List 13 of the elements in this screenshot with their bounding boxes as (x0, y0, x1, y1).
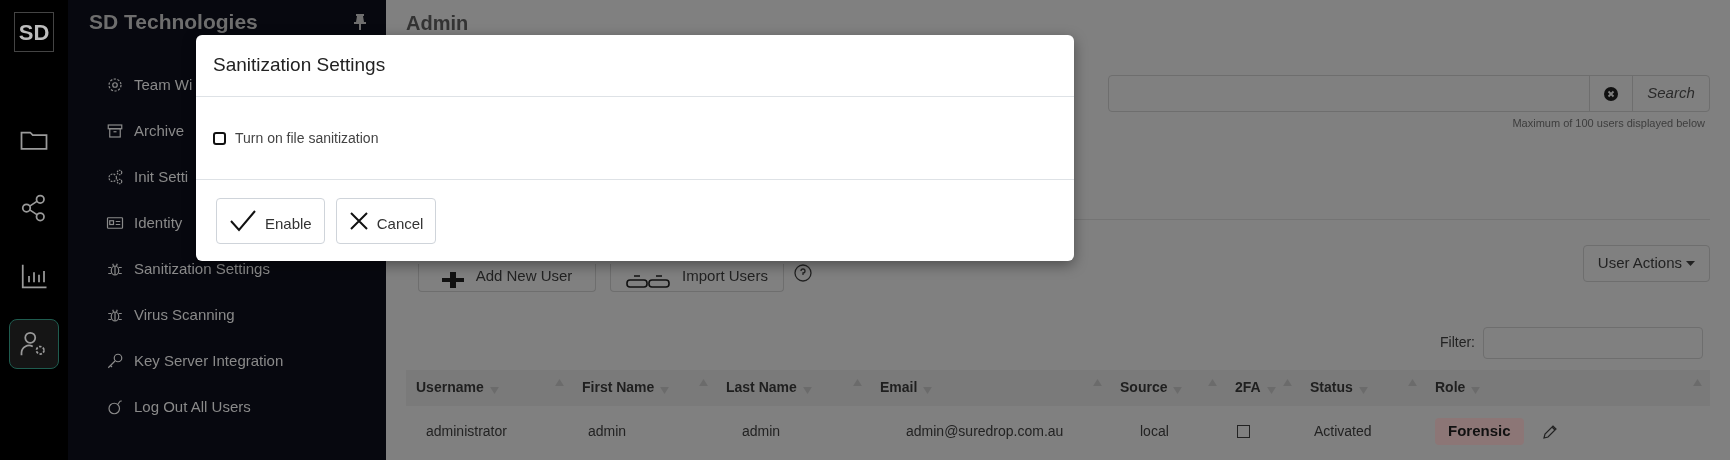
page-title: Admin (406, 11, 470, 34)
sidebar-title: SD Technologies (89, 9, 258, 35)
table-cell: admin@suredrop.com.au (906, 423, 1064, 439)
role-badge: Forensic (1435, 418, 1524, 445)
table-cell: local (1140, 423, 1169, 439)
modal-title: Sanitization Settings (213, 53, 386, 78)
table-cell: admin (742, 423, 781, 439)
hint-text: Maximum of 100 users displayed below (1512, 116, 1705, 131)
table-cell: Activated (1314, 423, 1372, 439)
table-cell: admin (588, 423, 627, 439)
checkbox-label: Turn on file sanitization (235, 128, 379, 148)
table-cell: administrator (426, 423, 507, 439)
filter-label: Filter: (1440, 333, 1475, 352)
